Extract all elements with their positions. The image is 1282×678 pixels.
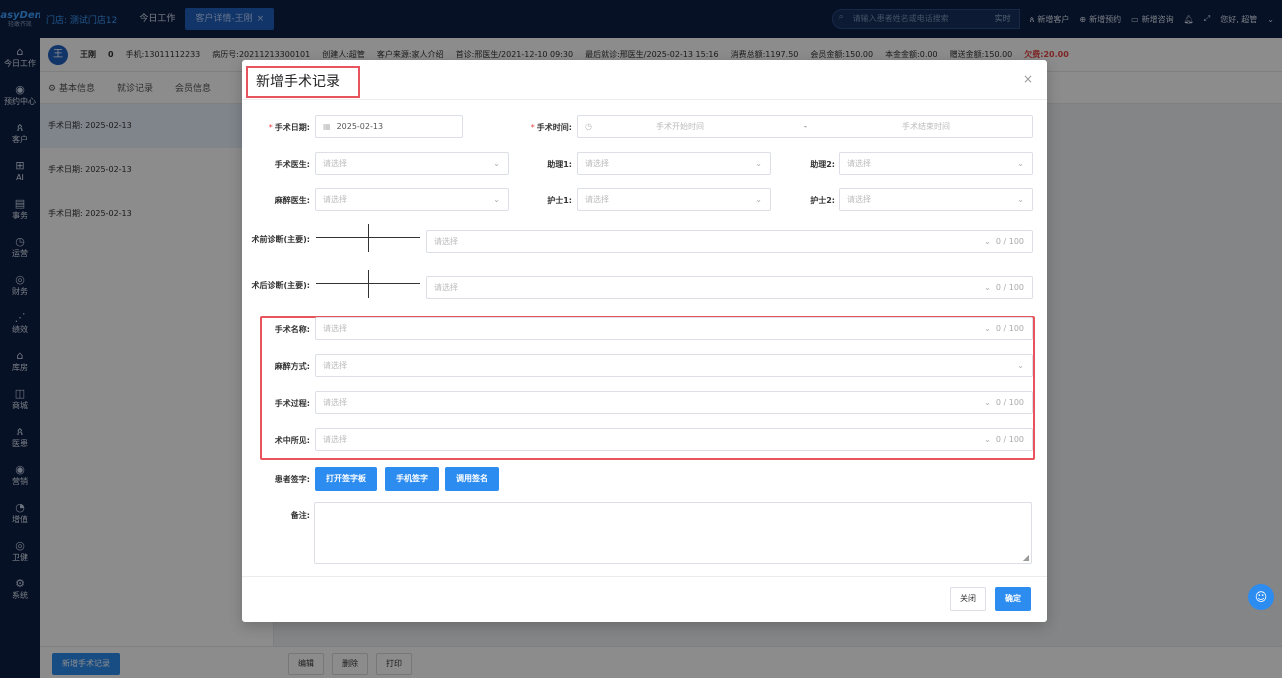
chevron-down-icon: ⌄ [755,159,762,168]
findings-label: 术中所见: [274,436,310,445]
nurse1-label: 护士1: [547,196,572,205]
close-button[interactable]: 关闭 [950,587,986,611]
pre-diagnosis-label: 术前诊断(主要): [251,235,310,244]
remark-label: 备注: [290,511,310,520]
dialog-title: 新增手术记录 [246,66,360,98]
signature-label: 患者签字: [274,475,310,484]
chevron-down-icon: ⌄ [1017,361,1024,370]
pre-diagnosis-counter: ⌄ 0 / 100 [984,237,1024,246]
nurse2-select[interactable]: 请选择 ⌄ [839,188,1033,211]
surgery-name-label: 手术名称: [274,325,310,334]
chevron-down-icon: ⌄ [1017,159,1024,168]
doctor-select[interactable]: 请选择 ⌄ [315,152,509,175]
confirm-button[interactable]: 确定 [995,587,1031,611]
dialog-header: 新增手术记录 × [242,60,1047,100]
post-diagnosis-counter: ⌄ 0 / 100 [984,283,1024,292]
close-icon[interactable]: × [1023,72,1033,86]
surgery-time-label: * 手术时间: [530,123,572,132]
app-root: EasyDent 轻敢齐凯 ⌂今日工作◉预约中心ጰ客户⊞AI▤事务◷运营◎财务⋰… [0,0,1282,678]
doctor-label: 手术医生: [274,160,310,169]
findings-select[interactable]: 请选择 ⌄ 0 / 100 [315,428,1033,451]
anesthesia-select[interactable]: 请选择 ⌄ [315,354,1033,377]
surgery-time-range[interactable]: ◷ 手术开始时间 - 手术结束时间 [577,115,1033,138]
anesthetist-label: 麻醉医生: [274,196,310,205]
mobile-signature-button[interactable]: 手机签字 [385,467,439,491]
anesthetist-select[interactable]: 请选择 ⌄ [315,188,509,211]
load-signature-button[interactable]: 调用签名 [445,467,499,491]
dialog-footer: 关闭 确定 [242,576,1047,622]
assistant1-label: 助理1: [547,160,572,169]
process-label: 手术过程: [274,399,310,408]
surgery-name-counter: ⌄ 0 / 100 [984,324,1024,333]
surgery-date-value: 2025-02-13 [336,122,384,131]
chevron-down-icon: ⌄ [1017,195,1024,204]
range-separator: - [804,122,807,131]
assistant2-label: 助理2: [810,160,835,169]
process-select[interactable]: 请选择 ⌄ 0 / 100 [315,391,1033,414]
support-avatar-icon[interactable]: ☺ [1248,584,1274,610]
chevron-down-icon: ⌄ [493,195,500,204]
resize-handle-icon[interactable]: ◢ [1023,553,1029,562]
surgery-name-select[interactable]: 请选择 ⌄ 0 / 100 [315,317,1033,340]
pre-diagnosis-select[interactable]: 请选择 ⌄ 0 / 100 [426,230,1033,253]
nurse1-select[interactable]: 请选择 ⌄ [577,188,771,211]
surgery-date-picker[interactable]: ▦ 2025-02-13 [315,115,463,138]
end-time-placeholder: 手术结束时间 [902,122,950,131]
open-signature-pad-button[interactable]: 打开签字板 [315,467,377,491]
chevron-down-icon: ⌄ [755,195,762,204]
clock-icon: ◷ [585,122,592,131]
nurse2-label: 护士2: [810,196,835,205]
chevron-down-icon: ⌄ [493,159,500,168]
process-counter: ⌄ 0 / 100 [984,398,1024,407]
post-diagnosis-label: 术后诊断(主要): [251,281,310,290]
post-diagnosis-select[interactable]: 请选择 ⌄ 0 / 100 [426,276,1033,299]
findings-counter: ⌄ 0 / 100 [984,435,1024,444]
anesthesia-label: 麻醉方式: [274,362,310,371]
surgery-date-label: * 手术日期: [268,123,310,132]
start-time-placeholder: 手术开始时间 [656,122,704,131]
remark-textarea[interactable]: ◢ [314,502,1032,564]
calendar-icon: ▦ [323,122,331,131]
add-surgery-record-dialog: 新增手术记录 × * 手术日期: ▦ 2025-02-13 * 手术时间: ◷ 手术开… [242,60,1047,622]
assistant2-select[interactable]: 请选择 ⌄ [839,152,1033,175]
assistant1-select[interactable]: 请选择 ⌄ [577,152,771,175]
